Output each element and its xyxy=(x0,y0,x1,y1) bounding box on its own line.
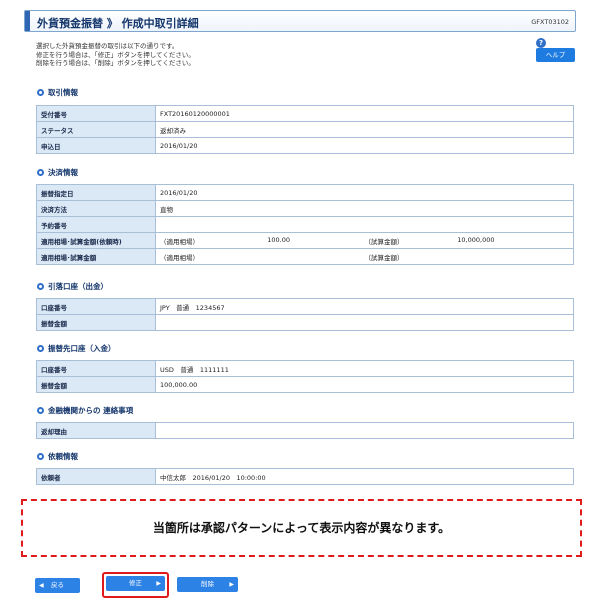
application-date-value: 2016/01/20 xyxy=(155,137,574,154)
table-row: 適用相場･試算金額(依頼時) （適用相場） 100.00 （試算金額） 10,000… xyxy=(36,232,574,249)
table-row: ステータス 返却済み xyxy=(36,121,574,138)
section-heading-settlement: 決済情報 xyxy=(37,167,78,178)
bullet-icon xyxy=(37,283,44,290)
receipt-number-label: 受付番号 xyxy=(36,105,156,122)
estimated-amount-label: （試算金額） xyxy=(364,237,404,246)
credit-table: 口座番号 USD 普通 1111111 振替金額 100,000.00 xyxy=(36,360,574,393)
bank-notes-table: 返却理由 xyxy=(36,422,574,439)
edit-button[interactable]: 修正 ▶ xyxy=(106,576,165,591)
delete-button[interactable]: 削除 ▶ xyxy=(177,577,238,592)
delete-button-label: 削除 xyxy=(201,580,214,588)
table-row: 返却理由 xyxy=(36,422,574,439)
settlement-table: 振替指定日 2016/01/20 決済方法 直物 予約番号 適用相場･試算金額(… xyxy=(36,184,574,265)
rate-label: 適用相場･試算金額 xyxy=(36,248,156,265)
help-button[interactable]: ヘルプ xyxy=(536,48,575,62)
section-title: 決済情報 xyxy=(48,168,78,177)
debit-table: 口座番号 JPY 普通 1234567 振替金額 xyxy=(36,298,574,331)
status-value: 返却済み xyxy=(155,121,574,138)
intro-line: 修正を行う場合は、「修正」ボタンを押してください。 xyxy=(36,50,195,59)
rate-at-request-value: （適用相場） 100.00 （試算金額） 10,000,000 xyxy=(155,232,574,249)
debit-account-label: 口座番号 xyxy=(36,298,156,315)
requester-label: 依頼者 xyxy=(36,468,156,485)
intro-line: 削除を行う場合は、「削除」ボタンを押してください。 xyxy=(36,59,195,67)
credit-amount-value: 100,000.00 xyxy=(155,376,574,393)
page-title: 外貨預金振替 》 作成中取引詳細 xyxy=(37,17,199,30)
status-label: ステータス xyxy=(36,121,156,138)
section-heading-transaction: 取引情報 xyxy=(37,87,78,98)
section-title: 引落口座（出金） xyxy=(48,282,108,291)
reservation-number-label: 予約番号 xyxy=(36,216,156,233)
return-reason-label: 返却理由 xyxy=(36,422,156,439)
transfer-date-label: 振替指定日 xyxy=(36,184,156,201)
return-reason-value xyxy=(155,422,574,439)
credit-amount-label: 振替金額 xyxy=(36,376,156,393)
section-title: 依頼情報 xyxy=(48,452,78,461)
table-row: 受付番号 FXT20160120000001 xyxy=(36,105,574,122)
section-title: 金融機関からの 連絡事項 xyxy=(48,406,134,415)
section-title: 取引情報 xyxy=(48,88,78,97)
rate-at-request-label: 適用相場･試算金額(依頼時) xyxy=(36,232,156,249)
page-header: 外貨預金振替 》 作成中取引詳細 GFXT03102 xyxy=(24,10,576,32)
requester-table: 依頼者 中信太郎 2016/01/20 10:00:00 xyxy=(36,468,574,485)
section-heading-requester: 依頼情報 xyxy=(37,451,78,462)
section-heading-debit: 引落口座（出金） xyxy=(37,281,108,292)
table-row: 申込日 2016/01/20 xyxy=(36,137,574,154)
bullet-icon xyxy=(37,407,44,414)
help-icon[interactable]: ? xyxy=(536,38,546,48)
section-heading-bank-notes: 金融機関からの 連絡事項 xyxy=(37,405,133,416)
approval-pattern-notice: 当箇所は承認パターンによって表示内容が異なります。 xyxy=(21,499,582,557)
transfer-date-value: 2016/01/20 xyxy=(155,184,574,201)
table-row: 依頼者 中信太郎 2016/01/20 10:00:00 xyxy=(36,468,574,485)
debit-amount-value xyxy=(155,314,574,331)
estimated-amount-value: 10,000,000 xyxy=(457,235,495,244)
bullet-icon xyxy=(37,345,44,352)
receipt-number-value: FXT20160120000001 xyxy=(155,105,574,122)
back-button-label: 戻る xyxy=(51,581,64,589)
requester-value: 中信太郎 2016/01/20 10:00:00 xyxy=(155,468,574,485)
credit-account-label: 口座番号 xyxy=(36,360,156,377)
intro-text: 選択した外貨預金振替の取引は以下の通りです。 修正を行う場合は、「修正」ボタンを… xyxy=(36,42,195,68)
caret-right-icon: ▶ xyxy=(156,580,161,587)
table-row: 口座番号 JPY 普通 1234567 xyxy=(36,298,574,315)
caret-right-icon: ▶ xyxy=(229,581,234,588)
table-row: 予約番号 xyxy=(36,216,574,233)
screen-id: GFXT03102 xyxy=(531,18,569,26)
section-title: 振替先口座（入金） xyxy=(48,344,116,353)
bullet-icon xyxy=(37,453,44,460)
estimated-amount-label: （試算金額） xyxy=(364,253,404,262)
back-button[interactable]: ◀ 戻る xyxy=(35,578,80,593)
header-accent xyxy=(25,11,30,31)
bullet-icon xyxy=(37,169,44,176)
edit-button-label: 修正 xyxy=(129,579,142,587)
application-date-label: 申込日 xyxy=(36,137,156,154)
applied-rate-value: 100.00 xyxy=(267,235,290,244)
table-row: 振替金額 100,000.00 xyxy=(36,376,574,393)
credit-account-value: USD 普通 1111111 xyxy=(155,360,574,377)
table-row: 口座番号 USD 普通 1111111 xyxy=(36,360,574,377)
intro-line: 選択した外貨預金振替の取引は以下の通りです。 xyxy=(36,42,179,50)
applied-rate-label: （適用相場） xyxy=(160,253,199,262)
caret-left-icon: ◀ xyxy=(39,582,44,589)
settlement-method-label: 決済方法 xyxy=(36,200,156,217)
bullet-icon xyxy=(37,89,44,96)
debit-account-value: JPY 普通 1234567 xyxy=(155,298,574,315)
table-row: 振替指定日 2016/01/20 xyxy=(36,184,574,201)
reservation-number-value xyxy=(155,216,574,233)
table-row: 決済方法 直物 xyxy=(36,200,574,217)
applied-rate-label: （適用相場） xyxy=(160,237,199,246)
transaction-table: 受付番号 FXT20160120000001 ステータス 返却済み 申込日 20… xyxy=(36,105,574,154)
settlement-method-value: 直物 xyxy=(155,200,574,217)
help: ? ヘルプ xyxy=(533,38,575,62)
debit-amount-label: 振替金額 xyxy=(36,314,156,331)
table-row: 適用相場･試算金額 （適用相場） （試算金額） xyxy=(36,248,574,265)
section-heading-credit: 振替先口座（入金） xyxy=(37,343,116,354)
rate-value: （適用相場） （試算金額） xyxy=(155,248,574,265)
table-row: 振替金額 xyxy=(36,314,574,331)
